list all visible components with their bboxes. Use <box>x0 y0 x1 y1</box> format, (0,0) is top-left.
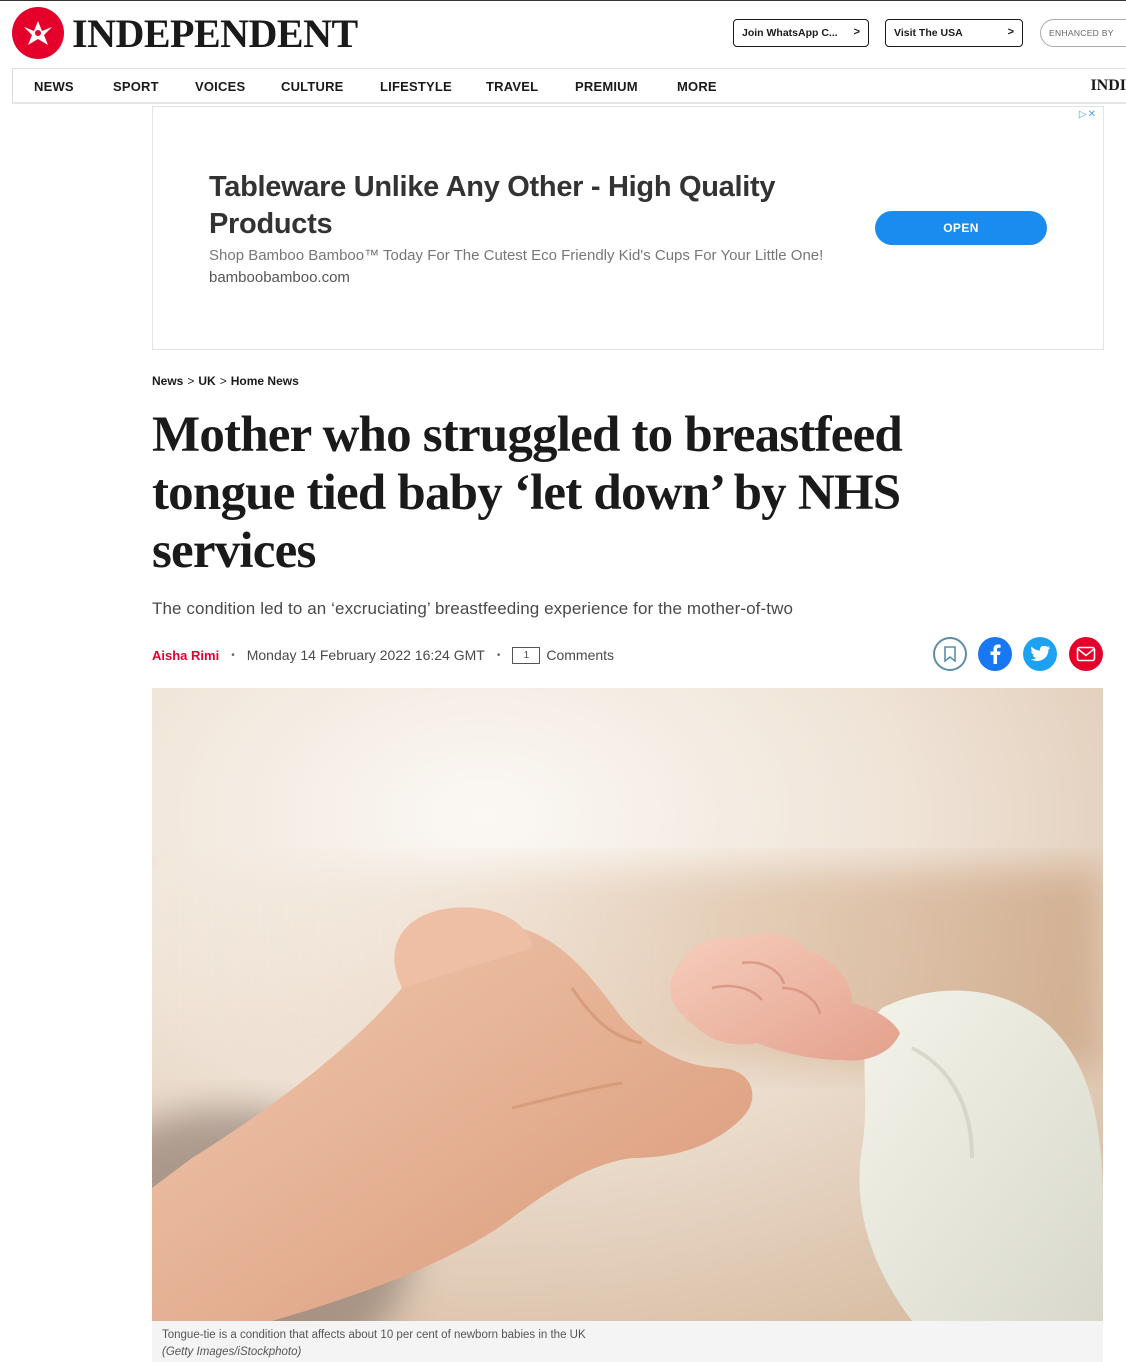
breadcrumb-uk[interactable]: UK <box>198 374 215 388</box>
ad-open-button[interactable]: OPEN <box>875 211 1047 245</box>
comments-link[interactable]: Comments <box>546 647 614 663</box>
main-nav: NEWS SPORT VOICES CULTURE LIFESTYLE TRAV… <box>12 68 1126 104</box>
byline-separator: • <box>496 649 501 661</box>
site-logo[interactable]: INDEPENDENT <box>12 7 358 59</box>
chevron-right-icon: > <box>1007 26 1014 38</box>
image-credit: (Getty Images/iStockphoto) <box>162 1346 302 1358</box>
breadcrumb-home-news[interactable]: Home News <box>231 374 299 388</box>
image-caption: Tongue-tie is a condition that affects a… <box>152 1321 1103 1362</box>
join-whatsapp-button[interactable]: Join WhatsApp C... > <box>733 19 869 47</box>
bookmark-button[interactable] <box>933 637 967 671</box>
enhanced-by-label: ENHANCED BY <box>1049 28 1114 38</box>
nav-item-premium[interactable]: PREMIUM <box>575 79 638 94</box>
nav-item-news[interactable]: NEWS <box>34 79 74 94</box>
site-header: INDEPENDENT Join WhatsApp C... > Visit T… <box>0 0 1126 68</box>
adchoices-icon[interactable]: ▷✕ <box>1079 109 1097 120</box>
publish-date: Monday 14 February 2022 16:24 GMT <box>246 647 485 663</box>
email-share-button[interactable] <box>1069 637 1103 671</box>
breadcrumb: News > UK > Home News <box>152 374 299 388</box>
facebook-icon <box>990 644 1001 664</box>
ad-title[interactable]: Tableware Unlike Any Other - High Qualit… <box>209 169 829 243</box>
comment-count: 1 <box>523 649 530 661</box>
author-link[interactable]: Aisha Rimi <box>152 648 219 663</box>
advertisement[interactable]: ▷✕ Tableware Unlike Any Other - High Qua… <box>152 106 1104 350</box>
visit-usa-button[interactable]: Visit The USA > <box>885 19 1023 47</box>
comment-icon[interactable]: 1 <box>512 646 541 664</box>
bookmark-icon <box>944 646 956 662</box>
byline: Aisha Rimi • Monday 14 February 2022 16:… <box>152 644 614 666</box>
nav-item-culture[interactable]: CULTURE <box>281 79 344 94</box>
article-headline: Mother who struggled to breastfeed tongu… <box>152 407 903 579</box>
twitter-share-button[interactable] <box>1023 637 1057 671</box>
nav-item-more[interactable]: MORE <box>677 79 717 94</box>
byline-separator: • <box>231 649 235 661</box>
join-whatsapp-label: Join WhatsApp C... <box>742 27 838 39</box>
caption-text: Tongue-tie is a condition that affects a… <box>162 1329 586 1341</box>
breadcrumb-separator: > <box>187 374 195 388</box>
ad-body: Shop Bamboo Bamboo™ Today For The Cutest… <box>209 245 829 289</box>
nav-brand-tail: INDI <box>1090 77 1126 94</box>
breadcrumb-news[interactable]: News <box>152 374 183 388</box>
nav-item-travel[interactable]: TRAVEL <box>486 79 538 94</box>
visit-usa-label: Visit The USA <box>894 27 963 39</box>
enhanced-by-button[interactable]: ENHANCED BY <box>1040 19 1126 47</box>
article-standfirst: The condition led to an ‘excruciating’ b… <box>152 599 794 618</box>
nav-item-sport[interactable]: SPORT <box>113 79 159 94</box>
hero-photo <box>152 688 1103 1321</box>
mail-icon <box>1076 646 1096 662</box>
nav-item-voices[interactable]: VOICES <box>195 79 245 94</box>
ad-domain[interactable]: bamboobamboo.com <box>209 269 350 286</box>
independent-eagle-logo-icon <box>12 7 64 59</box>
nav-item-lifestyle[interactable]: LIFESTYLE <box>380 79 452 94</box>
twitter-icon <box>1030 646 1050 661</box>
logo-wordmark: INDEPENDENT <box>72 10 358 56</box>
facebook-share-button[interactable] <box>978 637 1012 671</box>
chevron-right-icon: > <box>853 26 860 38</box>
article-hero-image[interactable] <box>152 688 1103 1321</box>
breadcrumb-separator: > <box>219 374 227 388</box>
ad-body-text: Shop Bamboo Bamboo™ Today For The Cutest… <box>209 247 824 264</box>
